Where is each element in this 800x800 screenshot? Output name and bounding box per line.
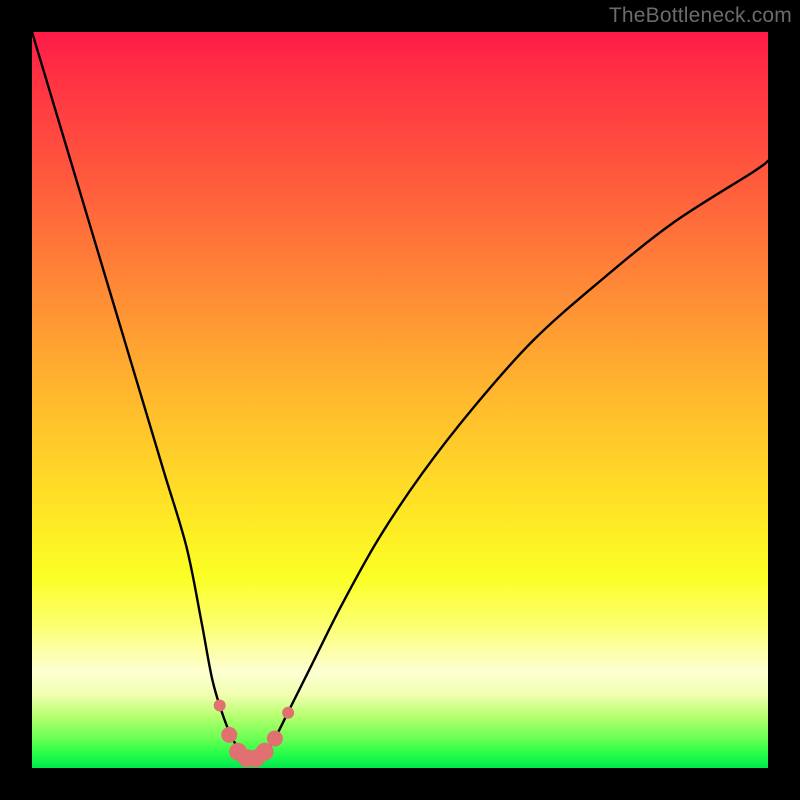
watermark-text: TheBottleneck.com bbox=[609, 4, 792, 28]
fit-marker bbox=[256, 743, 274, 761]
fit-marker bbox=[267, 731, 283, 747]
fit-marker bbox=[282, 707, 294, 719]
curve-svg bbox=[32, 32, 768, 768]
plot-area bbox=[32, 32, 768, 768]
bottleneck-curve bbox=[32, 32, 768, 760]
fit-markers bbox=[214, 699, 294, 767]
fit-marker bbox=[214, 699, 226, 711]
fit-marker bbox=[221, 727, 237, 743]
chart-frame: TheBottleneck.com bbox=[0, 0, 800, 800]
